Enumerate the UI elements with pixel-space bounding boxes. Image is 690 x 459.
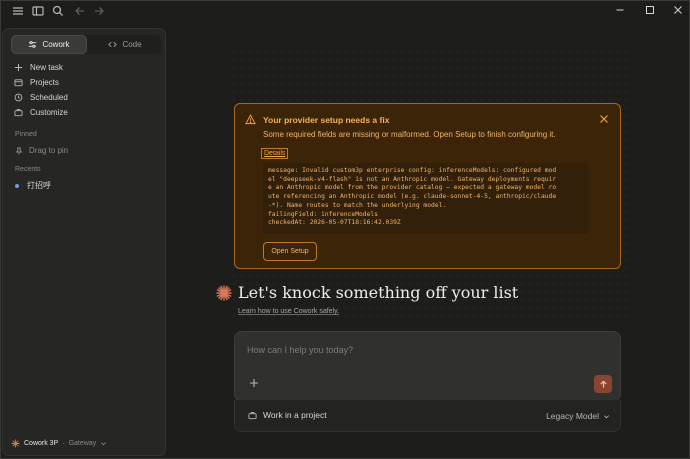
close-icon[interactable] [599, 114, 609, 124]
sidebar-nav: New task Projects Scheduled Customize [11, 60, 161, 120]
alert-body: Some required fields are missing or malf… [263, 130, 556, 139]
recents-heading: Recents [15, 166, 41, 173]
briefcase-icon [14, 109, 23, 117]
close-window-icon[interactable] [673, 5, 683, 15]
maximize-icon[interactable] [645, 5, 655, 15]
pin-hint-text: Drag to pin [29, 146, 69, 155]
code-icon [108, 41, 118, 48]
sliders-icon [29, 41, 37, 48]
warning-icon [245, 114, 256, 125]
composer [234, 331, 621, 402]
active-dot [15, 183, 19, 188]
account-name: Cowork 3P [24, 440, 59, 447]
prompt-input[interactable] [247, 345, 567, 355]
minimize-icon[interactable] [615, 5, 625, 15]
tab-code[interactable]: Code [87, 35, 163, 54]
search-icon[interactable] [50, 3, 66, 19]
claude-burst-icon [11, 439, 20, 448]
page-title: Let's knock something off your list [238, 283, 519, 302]
forward-arrow-icon[interactable] [91, 3, 107, 19]
send-button[interactable] [594, 375, 612, 393]
sidebar-item-new-task[interactable]: New task [11, 60, 161, 75]
add-attachment-icon[interactable] [249, 378, 259, 388]
title-bar [0, 0, 690, 22]
tab-code-label: Code [122, 40, 142, 49]
hero: Let's knock something off your list [216, 283, 518, 302]
details-toggle[interactable]: Details [261, 148, 289, 159]
model-selector[interactable]: Legacy Model [546, 411, 610, 421]
sidebar-item-label: New task [30, 63, 63, 72]
mode-toggle: Cowork Code [11, 35, 161, 54]
chevron-down-icon [604, 414, 609, 418]
arrow-up-icon [599, 380, 607, 388]
pin-icon [15, 147, 23, 154]
tab-cowork-label: Cowork [42, 40, 70, 49]
sidebar-item-label: Scheduled [30, 93, 68, 102]
claude-burst-icon [216, 284, 232, 301]
alert-title: Your provider setup needs a fix [263, 115, 390, 125]
composer-footer: Work in a project Legacy Model [234, 400, 621, 432]
project-label: Work in a project [263, 410, 327, 420]
account-switcher[interactable]: Cowork 3P · Gateway [11, 439, 107, 448]
recent-item-label: 打招呼 [27, 181, 51, 190]
clock-icon [14, 93, 23, 102]
sidebar-item-label: Projects [30, 78, 59, 87]
folder-icon [14, 79, 23, 87]
briefcase-icon [248, 411, 257, 419]
sidebar-item-projects[interactable]: Projects [11, 75, 161, 90]
recent-item[interactable]: 打招呼 [15, 180, 51, 191]
model-label: Legacy Model [546, 411, 599, 421]
work-in-project-button[interactable]: Work in a project [248, 410, 327, 420]
learn-cowork-link[interactable]: Learn how to use Cowork safely. [238, 308, 339, 315]
error-details: message: Invalid custom3p enterprise con… [263, 163, 589, 234]
drag-to-pin-hint: Drag to pin [15, 146, 68, 155]
back-arrow-icon[interactable] [72, 3, 88, 19]
sidebar: Cowork Code New task Projects Scheduled … [2, 28, 166, 456]
sidebar-item-label: Customize [30, 108, 68, 117]
tab-cowork[interactable]: Cowork [11, 35, 87, 54]
sidebar-item-customize[interactable]: Customize [11, 105, 161, 120]
account-separator: · [62, 440, 65, 447]
provider-setup-alert: Your provider setup needs a fix Some req… [234, 103, 621, 269]
account-plan: Gateway [68, 440, 97, 447]
chevron-down-icon [101, 442, 107, 446]
sidebar-item-scheduled[interactable]: Scheduled [11, 90, 161, 105]
open-setup-button[interactable]: Open Setup [263, 242, 317, 261]
pinned-heading: Pinned [15, 131, 37, 138]
plus-icon [14, 63, 23, 72]
sidebar-toggle-icon[interactable] [30, 3, 46, 19]
menu-icon[interactable] [10, 3, 26, 19]
